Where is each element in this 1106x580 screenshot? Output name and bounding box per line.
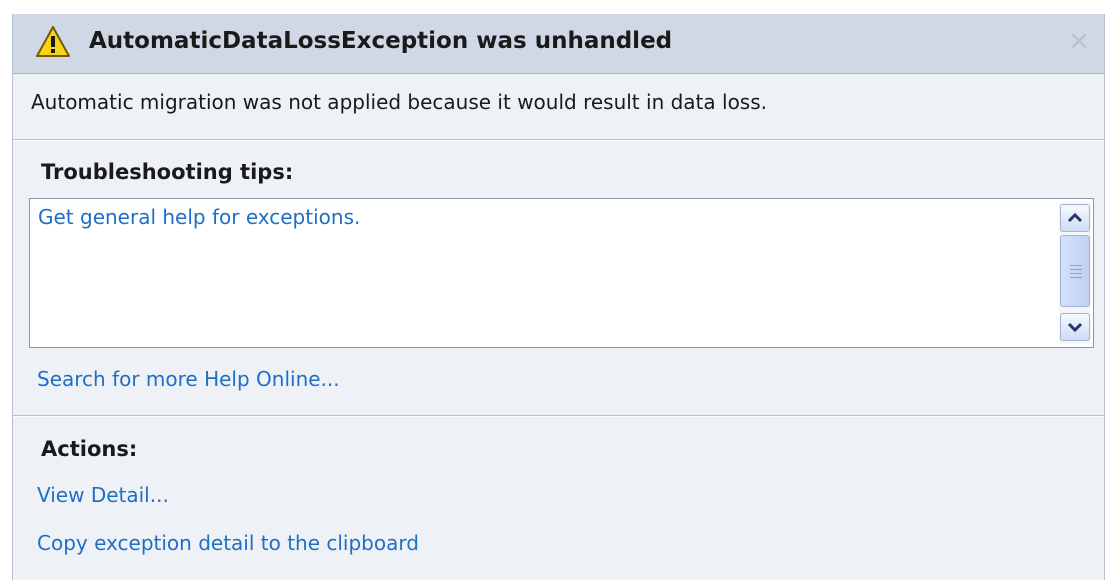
tip-link-general-help[interactable]: Get general help for exceptions. [38,205,360,229]
scroll-down-button[interactable] [1060,313,1090,341]
grip-line [1070,277,1082,278]
warning-triangle-icon [35,25,71,59]
divider [13,415,1104,417]
scroll-thumb[interactable] [1060,235,1090,307]
exception-assistant-dialog: AutomaticDataLossException was unhandled… [12,14,1105,580]
close-icon[interactable]: × [1066,28,1092,54]
copy-exception-detail-link[interactable]: Copy exception detail to the clipboard [37,531,419,555]
grip-line [1070,265,1082,266]
exception-message: Automatic migration was not applied beca… [31,90,767,114]
grip-line [1070,273,1082,274]
divider [13,139,1104,141]
troubleshooting-tips-list[interactable]: Get general help for exceptions. [29,198,1094,348]
tips-scrollbar[interactable] [1059,202,1091,344]
view-detail-link[interactable]: View Detail... [37,483,169,507]
scroll-up-button[interactable] [1060,204,1090,232]
grip-line [1070,269,1082,270]
dialog-title: AutomaticDataLossException was unhandled [89,28,673,54]
actions-heading: Actions: [41,437,138,461]
troubleshooting-heading: Troubleshooting tips: [41,160,294,184]
chevron-down-icon [1067,322,1083,333]
title-bar: AutomaticDataLossException was unhandled… [13,14,1104,74]
search-help-online-link[interactable]: Search for more Help Online... [37,367,340,391]
chevron-up-icon [1067,212,1083,223]
